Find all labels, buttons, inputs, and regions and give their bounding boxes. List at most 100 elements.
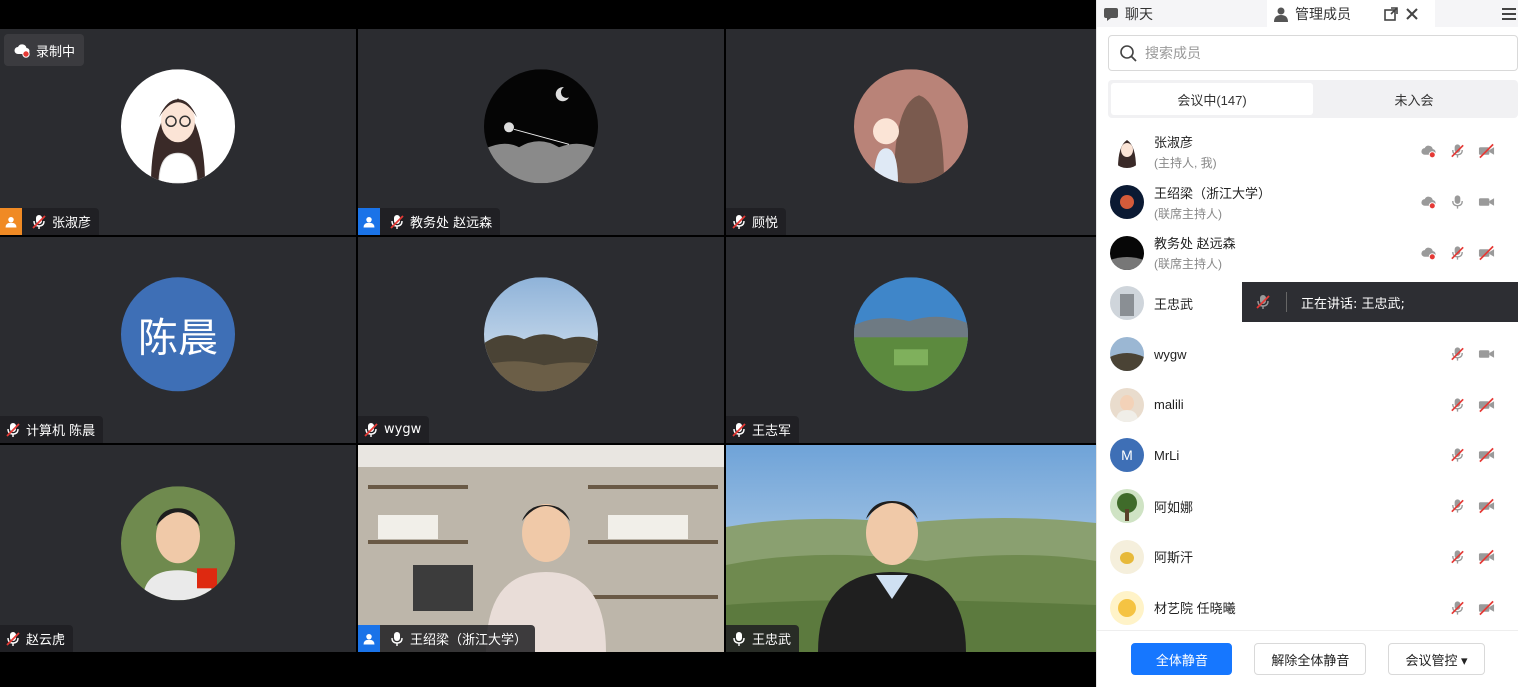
recording-label: 录制中 [36,44,76,60]
speaking-text: 正在讲话: 王忠武; [1301,296,1405,312]
member-row[interactable]: 阿斯汗 [1097,532,1518,583]
avatar [854,277,968,392]
avatar [854,69,968,184]
member-name: wygw [1154,346,1187,362]
meeting-controls-button[interactable]: 会议管控 ▾ [1388,643,1485,675]
avatar: 陈晨 [121,277,235,392]
members-panel: 聊天 管理成员 会议中(147) 未入会 张淑彦 (主持人, 我) 王绍梁（浙江大… [1096,0,1518,687]
member-role: (主持人, 我) [1154,155,1217,170]
video-tile-active-speaker[interactable]: 王忠武 [726,445,1096,652]
member-role: (联席主持人) [1154,257,1222,272]
participant-nameplate: 王绍梁（浙江大学） [358,625,536,652]
avatar [1110,387,1144,422]
unmute-all-button[interactable]: 解除全体静音 [1254,643,1367,675]
member-row[interactable]: 王绍梁（浙江大学） (联席主持人) [1097,177,1518,228]
mic-muted-icon [362,421,380,439]
member-row[interactable]: M MrLi [1097,430,1518,481]
member-row[interactable]: 张淑彦 (主持人, 我) [1097,126,1518,177]
video-tile[interactable]: 赵云虎 [0,445,356,652]
mic-muted-icon[interactable] [1449,599,1466,616]
participant-nameplate: 王忠武 [726,625,800,652]
video-tile[interactable]: 王绍梁（浙江大学） [358,445,724,652]
mic-muted-icon [730,421,748,439]
member-filter-tabs: 会议中(147) 未入会 [1108,80,1518,118]
mic-muted-icon[interactable] [1449,447,1466,464]
member-row[interactable]: malili [1097,379,1518,430]
participant-name: 王忠武 [752,633,792,648]
participant-name: 王志军 [752,424,792,439]
mic-muted-icon[interactable] [1449,244,1466,261]
member-search[interactable] [1108,35,1518,71]
search-input[interactable] [1145,45,1517,61]
participant-nameplate: 计算机 陈晨 [0,416,104,443]
avatar [484,277,598,392]
video-tile[interactable]: wygw [358,237,724,443]
camera-off-icon[interactable] [1478,447,1495,464]
member-row[interactable]: 材艺院 任晓曦 [1097,582,1518,633]
mic-muted-icon [1254,293,1272,311]
divider [1286,292,1287,312]
recording-badge[interactable]: 录制中 [4,34,85,66]
member-role: (联席主持人) [1154,206,1222,221]
mic-muted-icon[interactable] [1449,548,1466,565]
menu-icon[interactable] [1502,6,1518,22]
participant-nameplate: 教务处 赵远森 [358,208,501,235]
mic-muted-icon[interactable] [1449,143,1466,160]
camera-off-icon[interactable] [1478,143,1495,160]
cloud-record-icon[interactable] [1420,244,1437,261]
video-tile[interactable]: 顾悦 [726,29,1096,235]
avatar [121,69,235,184]
avatar: M [1110,438,1144,473]
video-tile[interactable]: 陈晨 计算机 陈晨 [0,237,356,443]
tab-in-meeting[interactable]: 会议中(147) [1111,83,1313,115]
camera-off-icon[interactable] [1478,599,1495,616]
member-name: 教务处 赵远森 [1154,236,1236,252]
camera-off-icon[interactable] [1478,548,1495,565]
member-name: 王忠武 [1154,296,1194,312]
popout-icon[interactable] [1383,6,1399,22]
close-icon[interactable] [1405,7,1419,21]
tab-not-joined[interactable]: 未入会 [1313,83,1515,115]
camera-off-icon[interactable] [1478,396,1495,413]
mic-on-icon [730,630,748,648]
participant-name: 顾悦 [752,216,779,231]
mic-muted-icon [4,630,22,648]
avatar [1110,337,1144,372]
camera-icon[interactable] [1478,194,1495,211]
member-name: 张淑彦 [1154,134,1194,150]
mic-icon[interactable] [1449,194,1466,211]
mic-muted-icon[interactable] [1449,498,1466,515]
cloud-record-icon [14,44,30,58]
participant-nameplate: 张淑彦 [0,208,100,235]
camera-off-icon[interactable] [1478,498,1495,515]
mute-all-button[interactable]: 全体静音 [1131,643,1233,675]
participant-nameplate: 赵云虎 [0,625,74,652]
mic-muted-icon [730,213,748,231]
chat-icon [1104,7,1118,21]
cloud-record-icon[interactable] [1420,143,1437,160]
member-row[interactable]: 教务处 赵远森 (联席主持人) [1097,227,1518,278]
avatar-initials: M [1121,447,1133,464]
tab-chat[interactable]: 聊天 [1097,0,1267,27]
camera-icon[interactable] [1478,346,1495,363]
video-tile[interactable]: 王志军 [726,237,1096,443]
member-list: 张淑彦 (主持人, 我) 王绍梁（浙江大学） (联席主持人) 教务处 赵远森 (联席主… [1097,126,1518,633]
avatar-initials: 陈晨 [138,315,218,362]
avatar [121,485,235,600]
participant-name: wygw [384,422,422,437]
avatar [1110,539,1144,574]
participant-nameplate: 顾悦 [726,208,787,235]
tab-members[interactable]: 管理成员 [1267,0,1435,27]
tab-chat-label: 聊天 [1125,5,1153,22]
mic-muted-icon[interactable] [1449,346,1466,363]
avatar [1110,235,1144,270]
tab-members-label: 管理成员 [1295,5,1351,22]
video-tile[interactable]: 教务处 赵远森 [358,29,724,235]
cloud-record-icon[interactable] [1420,194,1437,211]
mic-muted-icon [30,213,48,231]
member-row[interactable]: wygw [1097,329,1518,380]
member-row[interactable]: 阿如娜 [1097,481,1518,532]
camera-off-icon[interactable] [1478,244,1495,261]
panel-footer: 全体静音 解除全体静音 会议管控 ▾ [1097,630,1518,687]
mic-muted-icon[interactable] [1449,396,1466,413]
